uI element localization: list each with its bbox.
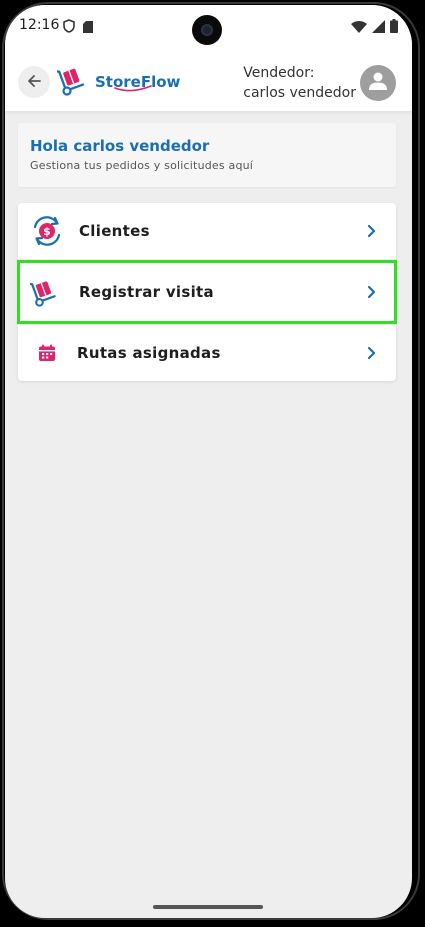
status-time: 12:16 [19, 17, 60, 33]
greeting-title: Hola carlos vendedor [30, 137, 210, 155]
status-bar: 12:16 [5, 5, 412, 49]
chevron-right-icon [364, 284, 380, 300]
wifi-icon [351, 18, 367, 37]
hand-truck-icon [28, 273, 66, 311]
shield-icon [63, 18, 75, 37]
storeflow-logo: StoreFlow [54, 63, 180, 101]
greeting-subtitle: Gestiona tus pedidos y solicitudes aquí [30, 159, 254, 172]
chevron-right-icon [364, 223, 380, 239]
menu-item-label: Rutas asignadas [77, 344, 221, 362]
battery-icon [390, 18, 398, 37]
avatar[interactable] [360, 65, 396, 101]
menu-item-rutas-asignadas[interactable]: Rutas asignadas [18, 324, 396, 381]
user-icon [367, 70, 389, 96]
logo-swoosh [83, 79, 163, 98]
front-camera [192, 15, 222, 45]
menu-item-label: Registrar visita [79, 283, 214, 301]
greeting-card: Hola carlos vendedor Gestiona tus pedido… [18, 123, 396, 187]
phone-frame: 12:16 StoreFlow Vendedor: carlos vendedo… [0, 0, 425, 927]
sd-card-icon [83, 18, 93, 37]
chevron-right-icon [364, 345, 380, 361]
cell-signal-icon [372, 18, 385, 37]
menu-item-label: Clientes [79, 222, 150, 240]
home-indicator[interactable] [153, 905, 263, 909]
menu-item-clientes[interactable]: $ Clientes [18, 203, 396, 259]
vendor-info: Vendedor: carlos vendedor [243, 63, 356, 103]
back-button[interactable] [18, 66, 50, 98]
calendar-icon [28, 334, 66, 372]
client-money-icon: $ [28, 212, 66, 250]
screen: 12:16 StoreFlow Vendedor: carlos vendedo… [5, 5, 412, 918]
app-header: StoreFlow Vendedor: carlos vendedor [5, 49, 412, 111]
vendor-label: Vendedor: [243, 65, 315, 81]
menu-item-registrar-visita[interactable]: Registrar visita [17, 259, 397, 324]
svg-text:$: $ [43, 225, 51, 238]
arrow-left-icon [27, 73, 41, 92]
vendor-name: carlos vendedor [243, 85, 356, 101]
menu-card: $ Clientes Registrar visita Rutas asigna… [17, 203, 397, 381]
